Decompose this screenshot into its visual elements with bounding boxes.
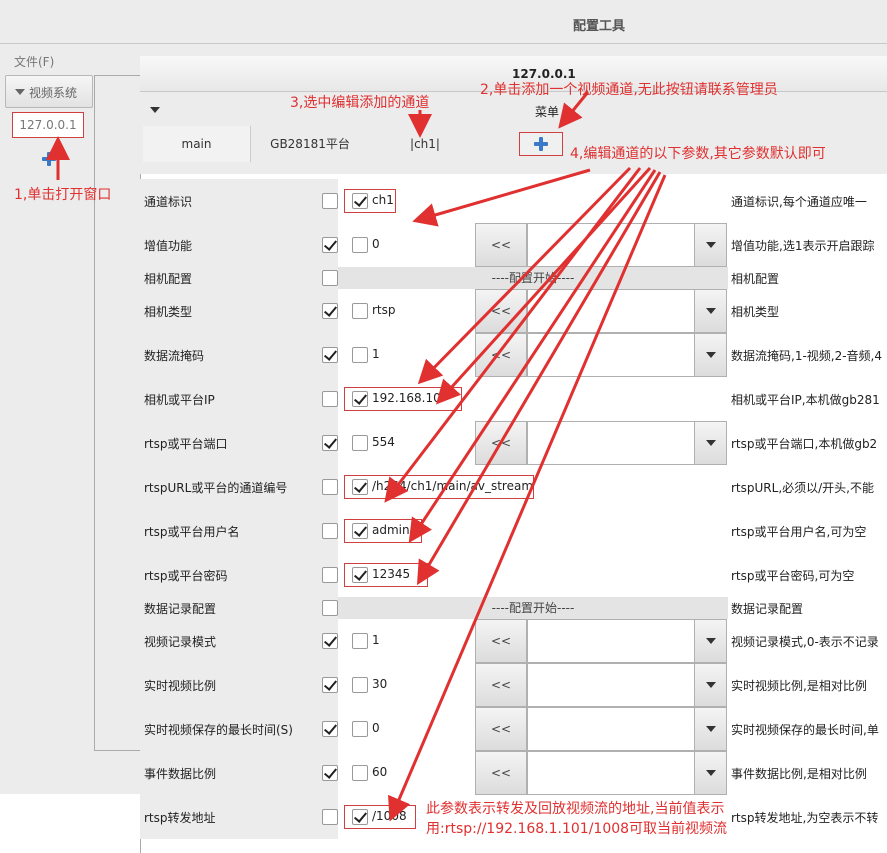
arrow-4f: [416, 171, 662, 586]
annotation-5-line2: 用:rtsp://192.168.1.101/1008可取当前视频流: [426, 821, 728, 837]
arrow-4a: [412, 168, 591, 227]
annotation-4: 4,编辑通道的以下参数,其它参数默认即可: [570, 146, 826, 162]
annotation-arrows: [46, 91, 667, 822]
annotation-1: 1,单击打开窗口: [14, 187, 112, 203]
annotation-3: 3,选中编辑添加的通道: [290, 95, 430, 111]
annotation-5-line1: 此参数表示转发及回放视频流的地址,当前值表示: [426, 801, 725, 817]
annotation-2: 2,单击添加一个视频通道,无此按钮请联系管理员: [480, 82, 778, 98]
